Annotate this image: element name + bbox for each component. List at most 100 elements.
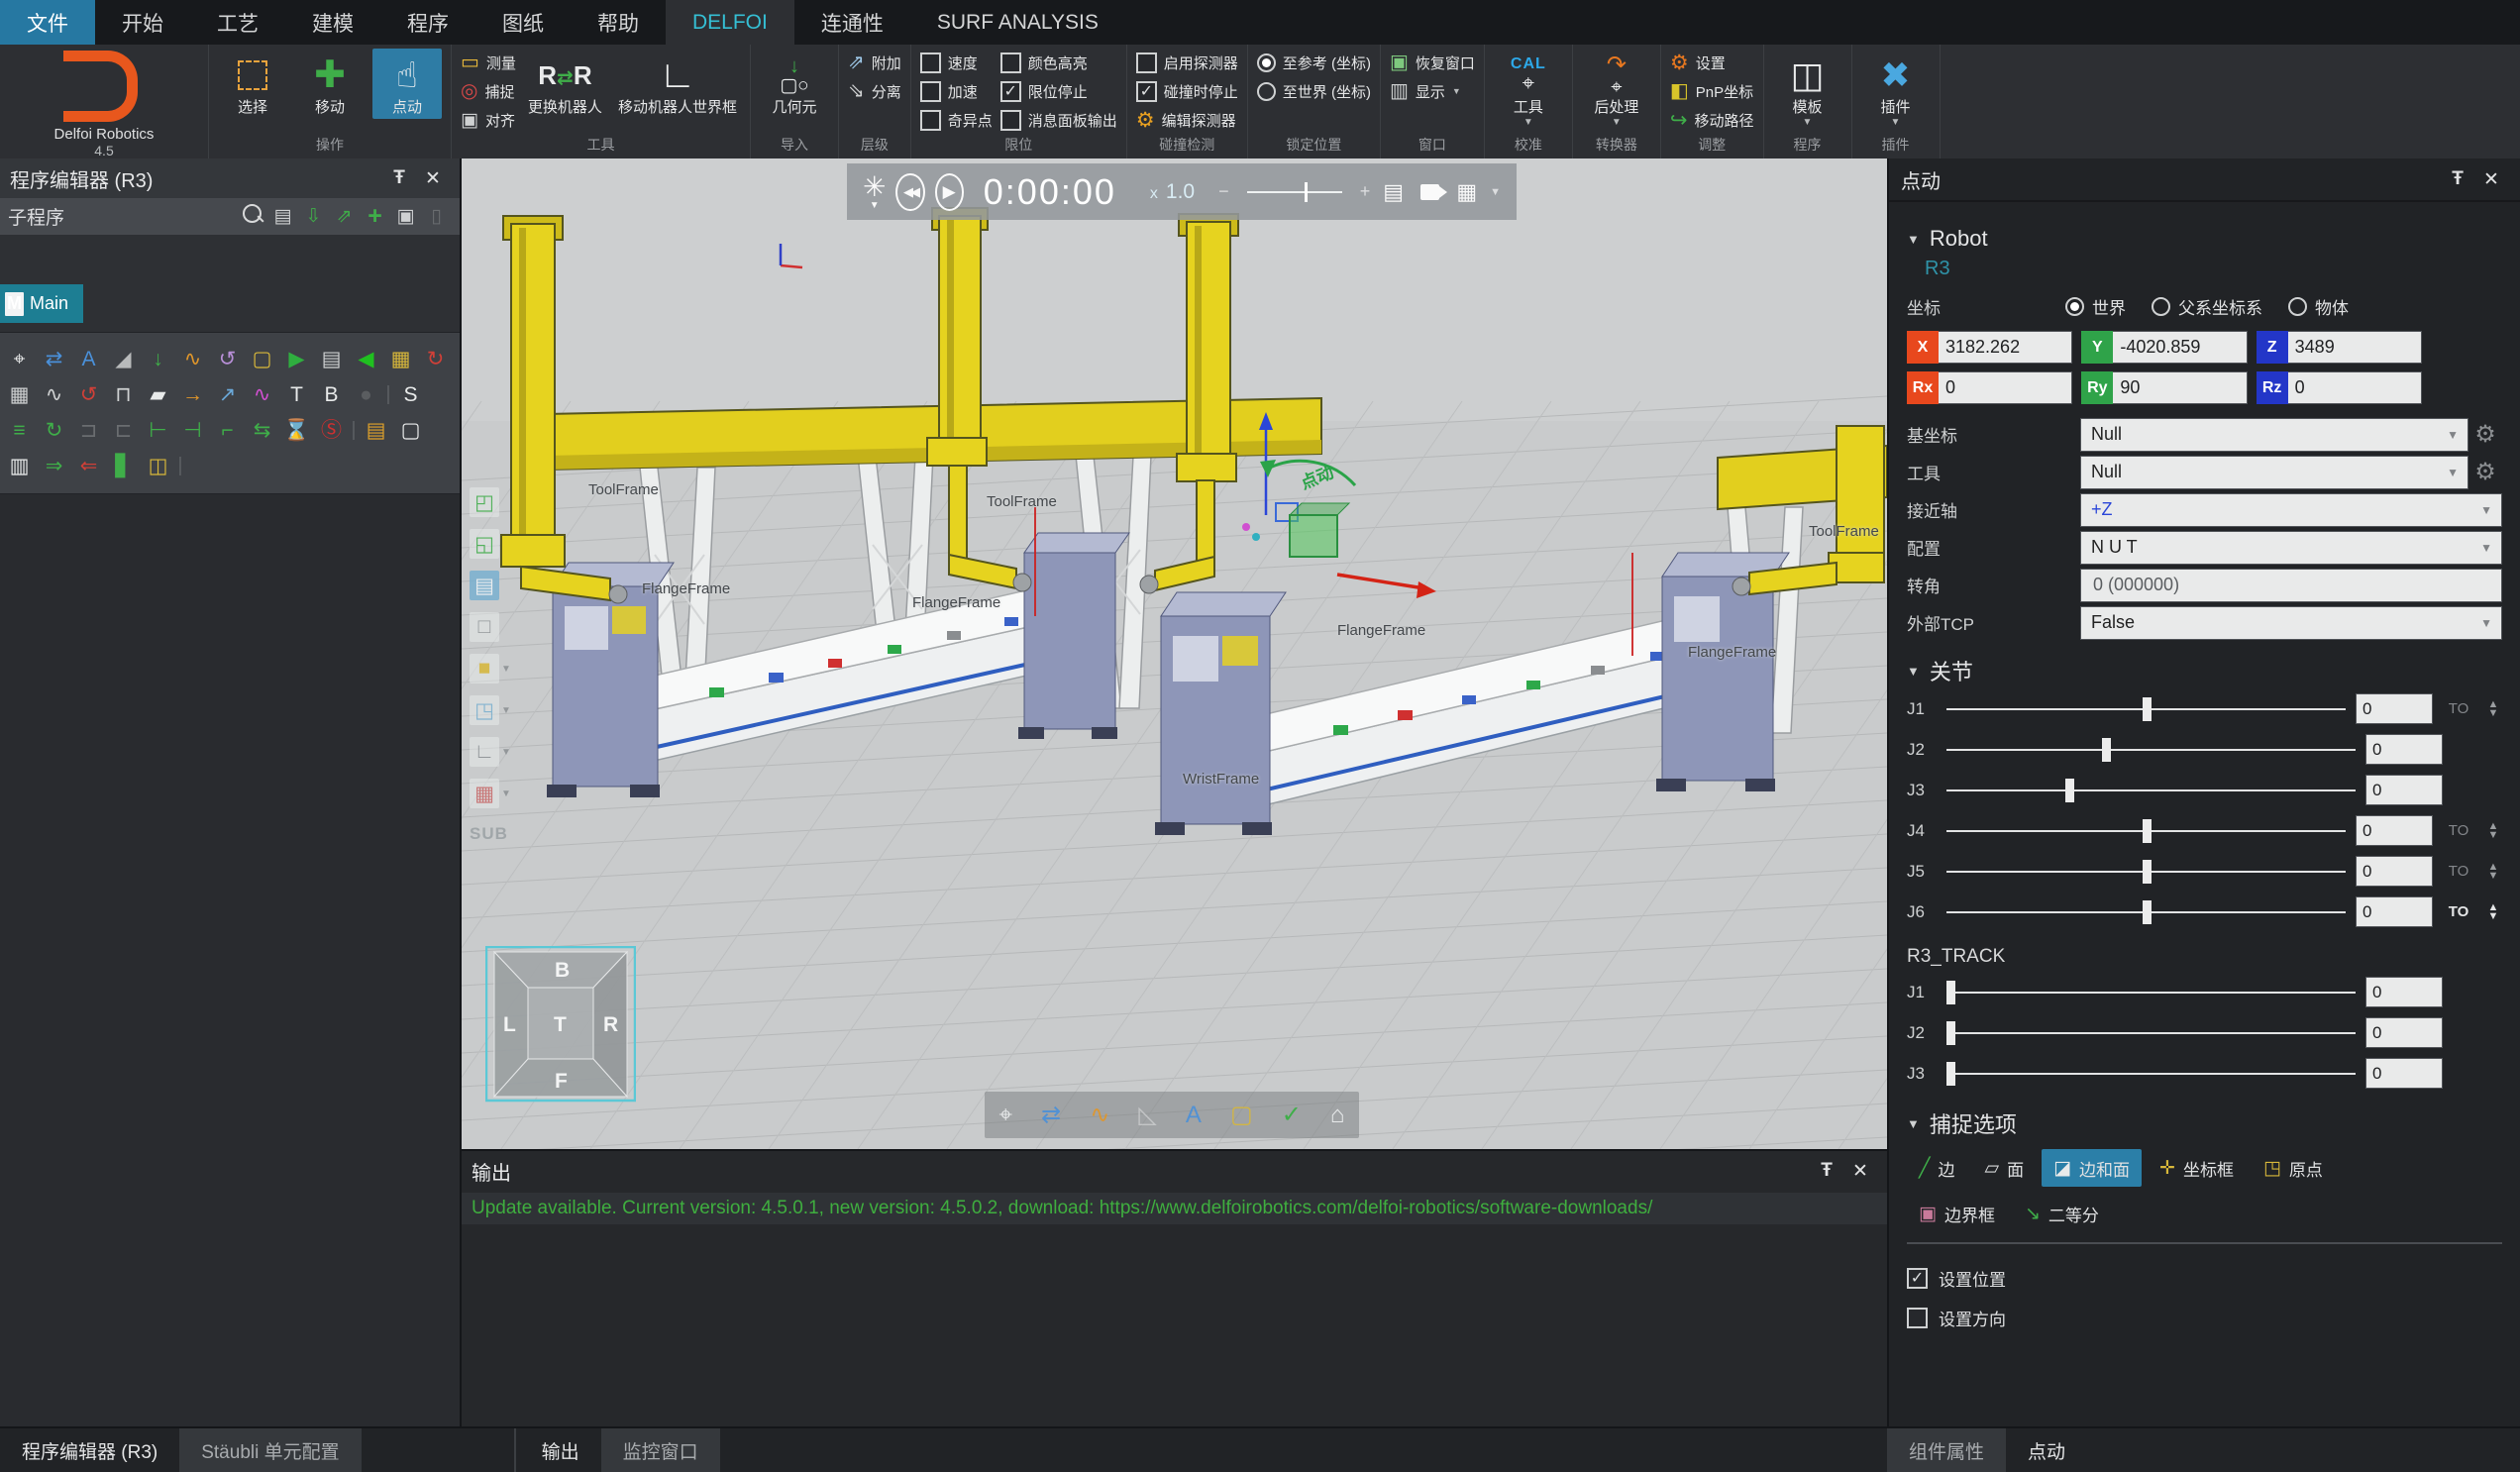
frame-statement-icon[interactable]: ▢ [245, 349, 279, 369]
ribbon-checkbox-stop-on-collision[interactable]: ✓碰撞时停止 [1136, 79, 1238, 103]
menu-item-program[interactable]: 程序 [380, 0, 475, 45]
to-button[interactable]: TO [2443, 863, 2474, 880]
ribbon-checkbox-singularity[interactable]: 奇异点 [920, 108, 993, 132]
checkbox-set-position[interactable]: ✓设置位置 [1907, 1258, 2502, 1298]
import-program-icon[interactable]: ⇩ [298, 205, 329, 228]
export-program-icon[interactable]: ⇗ [329, 205, 360, 228]
start-point-icon[interactable]: ◀ [349, 349, 383, 369]
view-cube[interactable]: B L T R F [485, 946, 636, 1103]
text-command-icon[interactable]: T [279, 384, 314, 405]
joint-move-icon[interactable]: ↗ [210, 384, 245, 405]
play-statement-icon[interactable]: ▶ [279, 349, 314, 369]
track-joint-slider-j1[interactable] [1946, 980, 2356, 1005]
frame-view-icon[interactable]: ◳▼ [470, 695, 521, 725]
tool-dropdown[interactable]: Null▼ [2080, 456, 2468, 489]
ribbon-checkbox-color-highlight[interactable]: 颜色高亮 [1000, 51, 1117, 74]
ribbon-button-move-robot-world-frame[interactable]: ∟移动机器人世界框 [614, 49, 741, 119]
ribbon-radio-to-world[interactable]: 至世界 (坐标) [1257, 79, 1371, 103]
return-icon[interactable]: ⌐ [210, 420, 245, 441]
fit-view-icon[interactable]: ◱ [470, 529, 521, 559]
delete-icon[interactable]: ▯ [421, 205, 452, 228]
ribbon-checkbox-acceleration[interactable]: 加速 [920, 79, 993, 103]
rotate-icon[interactable]: ↺ [71, 384, 106, 405]
spinner-arrows-icon[interactable]: ▲▼ [2484, 903, 2502, 921]
swap-program-icon[interactable]: ⇄ [37, 349, 71, 369]
ribbon-checkbox-message-panel-output[interactable]: 消息面板输出 [1000, 108, 1117, 132]
pin-icon[interactable]: Ŧ [2441, 168, 2474, 190]
menu-item-start[interactable]: 开始 [95, 0, 190, 45]
tab-component-properties[interactable]: 组件属性 [1887, 1428, 2006, 1472]
ribbon-button-settings[interactable]: ⚙设置 [1670, 51, 1754, 74]
snap-option-edge[interactable]: ╱边 [1907, 1149, 1966, 1187]
spinner-arrows-icon[interactable]: ▲▼ [2484, 822, 2502, 840]
program-editor-content[interactable] [0, 494, 460, 1472]
grid-icon[interactable]: ▦ [2, 384, 37, 405]
ribbon-button-cal-tool[interactable]: CAL⌖工具▼ [1494, 49, 1563, 131]
view-cube-top[interactable]: T [554, 1013, 567, 1036]
menu-item-process[interactable]: 工艺 [190, 0, 285, 45]
ribbon-checkbox-limit-stop[interactable]: ✓限位停止 [1000, 79, 1117, 103]
snap-option-origin[interactable]: ◳原点 [2252, 1149, 2335, 1187]
rewind-icon[interactable]: ◀◀ [895, 173, 924, 211]
circular-move-icon[interactable]: ↺ [210, 349, 245, 369]
tab-program-editor[interactable]: 程序编辑器 (R3) [0, 1428, 179, 1472]
checklist-icon[interactable]: ▤ [267, 205, 298, 228]
turn-angle-field[interactable]: 0 (000000) [2080, 569, 2502, 602]
orientation-cube-icon[interactable]: ▦▼ [470, 779, 521, 808]
ribbon-checkbox-speed[interactable]: 速度 [920, 51, 993, 74]
sub-view-label[interactable]: SUB [470, 824, 521, 844]
menu-item-file[interactable]: 文件 [0, 0, 95, 45]
reach-graph-icon[interactable]: ◺ [1138, 1101, 1156, 1129]
close-icon[interactable]: ✕ [1843, 1160, 1877, 1183]
cycle-icon[interactable]: ↻ [418, 349, 453, 369]
branch-up-icon[interactable]: ⊣ [175, 420, 210, 441]
speed-slider[interactable] [1247, 182, 1342, 202]
loop-icon[interactable]: ⊓ [106, 384, 141, 405]
checkbox-set-orientation[interactable]: 设置方向 [1907, 1298, 2502, 1337]
wireframe-cube-icon[interactable]: □ [470, 612, 521, 642]
import-statement-icon[interactable]: ↓ [141, 349, 175, 369]
tab-monitor-window[interactable]: 监控窗口 [601, 1428, 720, 1472]
joint-value[interactable]: 0 [2365, 1017, 2443, 1048]
section-plane-icon[interactable]: ▤ [470, 571, 521, 600]
spinner-arrows-icon[interactable]: ▲▼ [2484, 700, 2502, 718]
binary-command-icon[interactable]: B [314, 384, 349, 405]
add-subprogram-icon[interactable]: + [360, 202, 390, 231]
snap-option-bisect[interactable]: ↘二等分 [2013, 1195, 2111, 1232]
scene-canvas[interactable] [462, 158, 1887, 1149]
approach-axis-dropdown[interactable]: +Z▼ [2080, 493, 2502, 527]
subprogram-call-icon[interactable]: S [393, 384, 428, 405]
ribbon-button-measure[interactable]: ▭测量 [461, 51, 516, 74]
joints-section-header[interactable]: ▼关节 [1907, 655, 2502, 686]
robot-section-header[interactable]: ▼Robot [1907, 226, 2502, 252]
to-button[interactable]: TO [2443, 822, 2474, 839]
ribbon-button-display[interactable]: ▥显示▼ [1390, 79, 1475, 103]
ribbon-button-detach[interactable]: ⇘分离 [848, 79, 901, 103]
joint-slider-j4[interactable] [1946, 818, 2346, 844]
validate-icon[interactable]: ✓ [1282, 1101, 1302, 1129]
close-icon[interactable]: ✕ [2474, 168, 2508, 191]
else-branch-icon[interactable]: ⊏ [106, 420, 141, 441]
while-loop-icon[interactable]: ↻ [37, 420, 71, 441]
speed-minus-icon[interactable]: − [1218, 181, 1229, 202]
ribbon-button-move-path[interactable]: ↪移动路径 [1670, 108, 1754, 132]
ribbon-radio-to-reference[interactable]: 至参考 (坐标) [1257, 51, 1371, 74]
disabled-item-icon[interactable]: ● [349, 384, 383, 405]
comment-icon[interactable]: ▤ [359, 420, 393, 441]
joint-value[interactable]: 0 [2365, 775, 2443, 805]
play-icon[interactable]: ▶ [935, 173, 964, 211]
sync-icon[interactable]: ⇆ [245, 420, 279, 441]
speed-plus-icon[interactable]: + [1360, 181, 1371, 202]
gear-icon[interactable]: ⚙ [2468, 458, 2502, 486]
playback-settings-icon[interactable]: ✳▼ [863, 173, 886, 211]
ribbon-button-align[interactable]: ▣对齐 [461, 108, 516, 132]
branch-down-icon[interactable]: ⊢ [141, 420, 175, 441]
view-cube-front[interactable]: F [555, 1070, 568, 1093]
joint-value[interactable]: 0 [2356, 856, 2433, 887]
pose-value[interactable]: -4020.859 [2113, 331, 2247, 364]
menu-item-help[interactable]: 帮助 [571, 0, 666, 45]
screenshot-icon[interactable]: ▦ [1456, 179, 1477, 205]
solid-cube-icon[interactable]: ■▼ [470, 654, 521, 683]
menu-item-surf-analysis[interactable]: SURF ANALYSIS [910, 0, 1125, 45]
folder-icon[interactable]: ▰ [141, 384, 175, 405]
